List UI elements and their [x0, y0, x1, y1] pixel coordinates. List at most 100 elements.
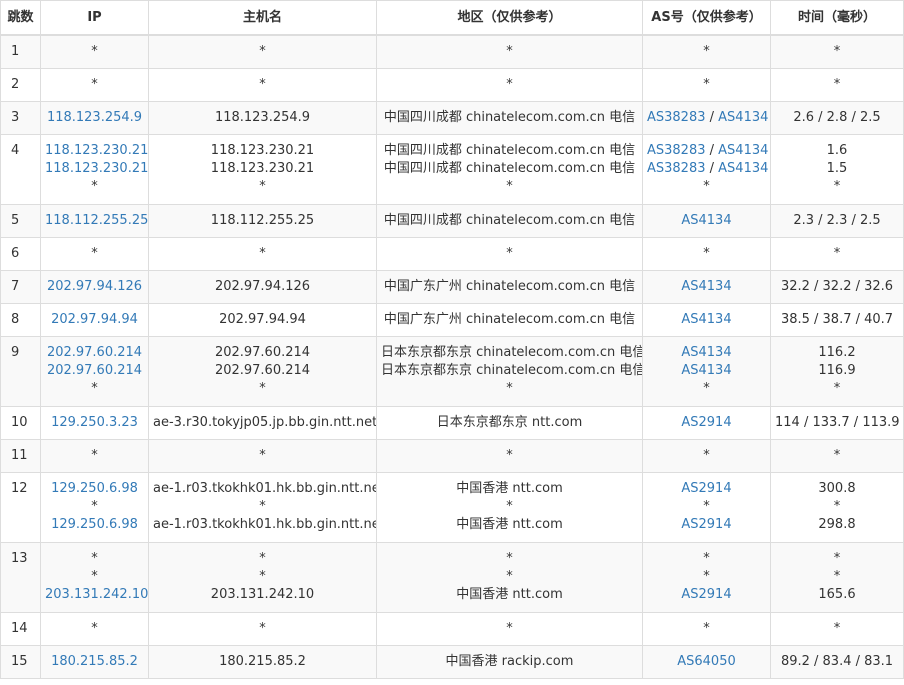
time-value: 116.2	[818, 345, 856, 360]
ip-link[interactable]: 129.250.6.98	[45, 516, 144, 534]
ip-link[interactable]: 129.250.6.98	[45, 480, 144, 498]
hop-number: 14	[0, 611, 41, 646]
as-link[interactable]: AS2914	[681, 517, 731, 532]
time-cell: 1.6 1.5 *	[770, 133, 904, 205]
time-cell: 2.3 / 2.3 / 2.5	[770, 203, 904, 238]
as-cell: AS64050	[642, 644, 771, 679]
hostname-cell: 118.123.254.9	[148, 100, 377, 135]
table-row: 7 202.97.94.126 202.97.94.126 中国广东广州 chinat…	[0, 269, 904, 304]
ip-unknown: *	[91, 245, 98, 261]
ip-link[interactable]: 202.97.94.94	[45, 311, 144, 329]
as-cell: AS2914 * AS2914	[642, 471, 771, 543]
ip-link[interactable]: 118.112.255.25	[45, 212, 148, 230]
time-value: 38.5 / 38.7 / 40.7	[780, 311, 894, 327]
region-value: 中国香港 rackip.com	[445, 653, 574, 669]
hostname-cell: 202.97.94.94	[148, 302, 377, 337]
as-link[interactable]: AS2914	[681, 481, 731, 496]
as-cell: *	[642, 34, 771, 69]
as-link[interactable]: AS4134	[681, 363, 731, 378]
ip-cell: 180.215.85.2	[40, 644, 149, 679]
time-cell: *	[770, 236, 904, 271]
ip-unknown: *	[91, 499, 98, 514]
ip-link[interactable]: 202.97.60.214	[45, 362, 144, 380]
as-link[interactable]: AS4134	[681, 345, 731, 360]
as-line: *	[647, 550, 766, 568]
time-value: *	[833, 569, 841, 584]
table-row: 8 202.97.94.94 202.97.94.94 中国广东广州 chinatel…	[0, 302, 904, 337]
header-ip: IP	[40, 0, 149, 36]
as-cell: *	[642, 611, 771, 646]
hop-number: 12	[0, 471, 41, 543]
hop-number: 8	[0, 302, 41, 337]
as-line: AS38283 / AS4134	[647, 109, 768, 127]
ip-cell: * * 203.131.242.10	[40, 541, 149, 613]
ip-cell: 129.250.6.98 * 129.250.6.98	[40, 471, 149, 543]
as-cell: AS4134	[642, 203, 771, 238]
as-link[interactable]: AS4134	[718, 143, 768, 158]
as-link[interactable]: AS38283	[647, 143, 706, 158]
region-value: *	[506, 43, 513, 59]
as-link[interactable]: AS4134	[718, 110, 768, 125]
hop-number: 6	[0, 236, 41, 271]
region-value: 中国四川成都 chinatelecom.com.cn 电信	[383, 212, 636, 228]
time-value: 2.3 / 2.3 / 2.5	[793, 212, 881, 228]
hostname-value: 202.97.94.94	[219, 311, 306, 327]
hop-number: 15	[0, 644, 41, 679]
as-link[interactable]: AS38283	[647, 110, 706, 125]
hostname-value: 202.97.60.214	[214, 345, 311, 360]
region-cell: 中国香港 rackip.com	[376, 644, 643, 679]
hostname-cell: * * 203.131.242.10	[148, 541, 377, 613]
as-link[interactable]: AS38283	[647, 161, 706, 176]
hostname-cell: *	[148, 34, 377, 69]
ip-link[interactable]: 118.123.230.21	[45, 160, 148, 178]
ip-link[interactable]: 202.97.94.126	[45, 278, 144, 296]
hop-number: 9	[0, 335, 41, 407]
time-value: 1.5	[826, 161, 848, 176]
as-line: *	[647, 498, 766, 516]
as-link[interactable]: AS2914	[681, 587, 731, 602]
region-value: *	[506, 499, 513, 514]
as-link[interactable]: AS64050	[677, 654, 736, 669]
as-link[interactable]: AS4134	[718, 161, 768, 176]
hostname-value: 118.112.255.25	[210, 212, 315, 228]
region-value: *	[506, 551, 513, 566]
region-value: 日本东京都东京 chinatelecom.com.cn 电信	[381, 363, 643, 378]
table-body: 1 * * * * * 2 * * * * * 3 118.123.254.9 118.123.254.9 中…	[0, 34, 904, 679]
table-row: 11 * * * * *	[0, 438, 904, 473]
time-value: *	[833, 381, 841, 396]
hostname-cell: 202.97.94.126	[148, 269, 377, 304]
time-value: 300.8	[818, 481, 856, 496]
table-row: 2 * * * * *	[0, 67, 904, 102]
time-cell: *	[770, 34, 904, 69]
ip-link[interactable]: 118.123.254.9	[45, 109, 144, 127]
as-link[interactable]: AS4134	[681, 279, 731, 294]
hostname-cell: ae-3.r30.tokyjp05.jp.bb.gin.ntt.net	[148, 405, 377, 440]
time-value: *	[833, 76, 841, 92]
time-value: 116.9	[818, 363, 856, 378]
hostname-value: 180.215.85.2	[219, 653, 306, 669]
as-link[interactable]: AS4134	[681, 213, 731, 228]
time-value: *	[833, 447, 841, 463]
region-cell: 中国广东广州 chinatelecom.com.cn 电信	[376, 302, 643, 337]
region-value: *	[506, 620, 513, 636]
ip-link[interactable]: 202.97.60.214	[45, 344, 144, 362]
as-link[interactable]: AS4134	[681, 312, 731, 327]
as-unknown: *	[703, 620, 710, 636]
header-time: 时间（毫秒）	[770, 0, 904, 36]
ip-link[interactable]: 129.250.3.23	[45, 414, 144, 432]
ip-link[interactable]: 203.131.242.10	[45, 586, 148, 604]
ip-cell: 202.97.94.94	[40, 302, 149, 337]
as-link[interactable]: AS2914	[681, 415, 731, 430]
as-line: AS4134	[647, 212, 766, 230]
hop-number: 11	[0, 438, 41, 473]
hostname-value: *	[259, 381, 266, 396]
region-cell: *	[376, 34, 643, 69]
ip-link[interactable]: 118.123.230.21	[45, 142, 148, 160]
region-value: *	[506, 179, 513, 194]
table-row: 1 * * * * *	[0, 34, 904, 69]
region-value: 中国香港 ntt.com	[456, 587, 563, 602]
ip-link[interactable]: 180.215.85.2	[45, 653, 144, 671]
as-unknown: *	[703, 43, 710, 59]
as-cell: AS4134	[642, 302, 771, 337]
as-cell: AS38283 / AS4134	[642, 100, 771, 135]
